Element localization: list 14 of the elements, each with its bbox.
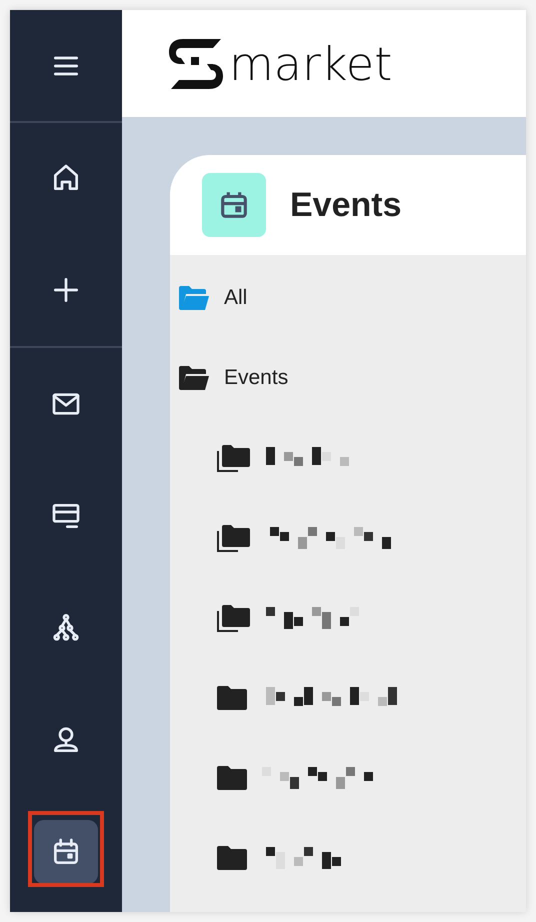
logo-icon xyxy=(169,38,223,90)
folders-icon xyxy=(216,523,252,553)
tree-label: All xyxy=(224,286,248,310)
folders-icon xyxy=(216,603,252,633)
calendar-nav-button[interactable] xyxy=(34,820,98,884)
folder-icon xyxy=(216,685,248,711)
tree-item[interactable]: Events xyxy=(170,338,526,418)
folder-icon xyxy=(216,845,248,871)
folder-icon xyxy=(216,765,248,791)
tree-label: Events xyxy=(224,366,288,390)
logo-text: market xyxy=(229,40,392,86)
panel-title: Events xyxy=(290,186,402,224)
folders-icon xyxy=(216,443,252,473)
tree-item[interactable]: All xyxy=(170,258,526,338)
